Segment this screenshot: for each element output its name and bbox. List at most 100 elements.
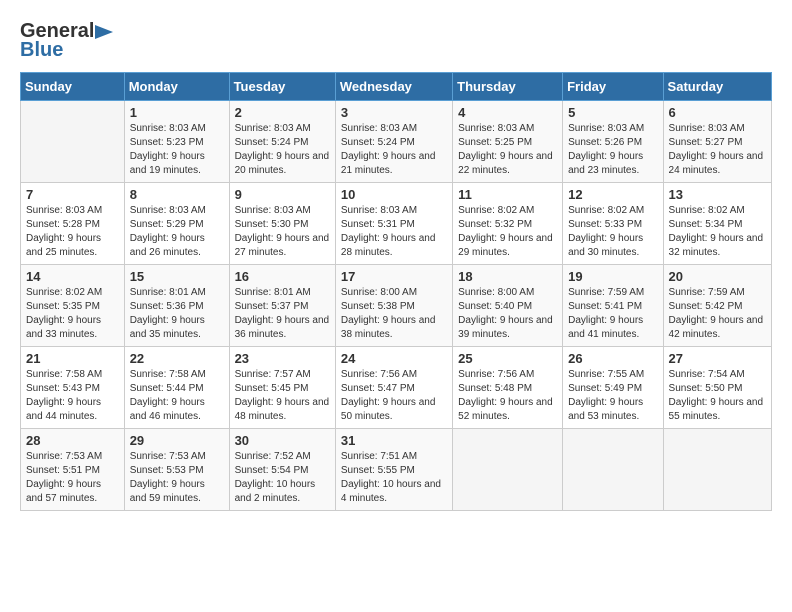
- calendar-cell: 12 Sunrise: 8:02 AMSunset: 5:33 PMDayligh…: [563, 183, 663, 265]
- calendar-cell: 30 Sunrise: 7:52 AMSunset: 5:54 PMDayligh…: [229, 429, 335, 511]
- day-info: Sunrise: 8:02 AMSunset: 5:35 PMDaylight:…: [26, 286, 119, 342]
- header-row: SundayMondayTuesdayWednesdayThursdayFrid…: [21, 73, 772, 101]
- day-info: Sunrise: 7:54 AMSunset: 5:50 PMDaylight:…: [669, 368, 766, 424]
- day-info: Sunrise: 7:58 AMSunset: 5:44 PMDaylight:…: [130, 368, 224, 424]
- week-row-5: 28 Sunrise: 7:53 AMSunset: 5:51 PMDayligh…: [21, 429, 772, 511]
- calendar-cell: [21, 101, 125, 183]
- logo-blue-text: Blue: [20, 39, 63, 62]
- day-number: 12: [568, 187, 657, 202]
- day-number: 25: [458, 351, 557, 366]
- calendar-cell: 29Sunrise: 7:53 AMSunset: 5:53 PMDayligh…: [124, 429, 229, 511]
- day-info: Sunrise: 8:03 AMSunset: 5:28 PMDaylight:…: [26, 204, 119, 260]
- logo: General Blue: [20, 20, 113, 62]
- day-info: Sunrise: 8:02 AMSunset: 5:32 PMDaylight:…: [458, 204, 557, 260]
- calendar-cell: 25Sunrise: 7:56 AMSunset: 5:48 PMDayligh…: [453, 347, 563, 429]
- day-info: Sunrise: 8:01 AMSunset: 5:36 PMDaylight:…: [130, 286, 224, 342]
- day-number: 30: [235, 433, 330, 448]
- day-info: Sunrise: 7:52 AMSunset: 5:54 PMDaylight:…: [235, 450, 330, 506]
- day-number: 8: [130, 187, 224, 202]
- week-row-3: 14 Sunrise: 8:02 AMSunset: 5:35 PMDayligh…: [21, 265, 772, 347]
- column-header-saturday: Saturday: [663, 73, 771, 101]
- calendar-cell: 8 Sunrise: 8:03 AMSunset: 5:29 PMDaylight…: [124, 183, 229, 265]
- week-row-1: 1 Sunrise: 8:03 AMSunset: 5:23 PMDaylight…: [21, 101, 772, 183]
- day-info: Sunrise: 7:59 AMSunset: 5:42 PMDaylight:…: [669, 286, 766, 342]
- calendar-cell: 4 Sunrise: 8:03 AMSunset: 5:25 PMDaylight…: [453, 101, 563, 183]
- day-number: 5: [568, 105, 657, 120]
- calendar-cell: [453, 429, 563, 511]
- calendar-cell: 14 Sunrise: 8:02 AMSunset: 5:35 PMDayligh…: [21, 265, 125, 347]
- calendar-cell: 6 Sunrise: 8:03 AMSunset: 5:27 PMDaylight…: [663, 101, 771, 183]
- day-info: Sunrise: 7:51 AMSunset: 5:55 PMDaylight:…: [341, 450, 447, 506]
- calendar-cell: 16 Sunrise: 8:01 AMSunset: 5:37 PMDayligh…: [229, 265, 335, 347]
- day-number: 10: [341, 187, 447, 202]
- day-info: Sunrise: 8:03 AMSunset: 5:24 PMDaylight:…: [341, 122, 447, 178]
- calendar-cell: [663, 429, 771, 511]
- calendar-cell: 13 Sunrise: 8:02 AMSunset: 5:34 PMDayligh…: [663, 183, 771, 265]
- calendar-cell: 5 Sunrise: 8:03 AMSunset: 5:26 PMDaylight…: [563, 101, 663, 183]
- day-number: 6: [669, 105, 766, 120]
- column-header-monday: Monday: [124, 73, 229, 101]
- day-number: 18: [458, 269, 557, 284]
- day-info: Sunrise: 8:03 AMSunset: 5:24 PMDaylight:…: [235, 122, 330, 178]
- day-number: 24: [341, 351, 447, 366]
- day-info: Sunrise: 8:01 AMSunset: 5:37 PMDaylight:…: [235, 286, 330, 342]
- calendar-cell: 28 Sunrise: 7:53 AMSunset: 5:51 PMDayligh…: [21, 429, 125, 511]
- calendar-cell: 1 Sunrise: 8:03 AMSunset: 5:23 PMDaylight…: [124, 101, 229, 183]
- column-header-thursday: Thursday: [453, 73, 563, 101]
- calendar-cell: 9 Sunrise: 8:03 AMSunset: 5:30 PMDaylight…: [229, 183, 335, 265]
- day-number: 17: [341, 269, 447, 284]
- day-number: 26: [568, 351, 657, 366]
- calendar-cell: 11Sunrise: 8:02 AMSunset: 5:32 PMDayligh…: [453, 183, 563, 265]
- day-info: Sunrise: 7:59 AMSunset: 5:41 PMDaylight:…: [568, 286, 657, 342]
- day-number: 31: [341, 433, 447, 448]
- day-info: Sunrise: 7:58 AMSunset: 5:43 PMDaylight:…: [26, 368, 119, 424]
- week-row-4: 21Sunrise: 7:58 AMSunset: 5:43 PMDayligh…: [21, 347, 772, 429]
- day-info: Sunrise: 8:03 AMSunset: 5:26 PMDaylight:…: [568, 122, 657, 178]
- calendar-cell: 2Sunrise: 8:03 AMSunset: 5:24 PMDaylight…: [229, 101, 335, 183]
- day-info: Sunrise: 8:03 AMSunset: 5:31 PMDaylight:…: [341, 204, 447, 260]
- day-info: Sunrise: 8:03 AMSunset: 5:27 PMDaylight:…: [669, 122, 766, 178]
- day-number: 3: [341, 105, 447, 120]
- day-number: 19: [568, 269, 657, 284]
- calendar-cell: 22 Sunrise: 7:58 AMSunset: 5:44 PMDayligh…: [124, 347, 229, 429]
- page-header: General Blue: [20, 20, 772, 62]
- day-info: Sunrise: 8:02 AMSunset: 5:33 PMDaylight:…: [568, 204, 657, 260]
- logo-triangle-icon: [95, 25, 113, 39]
- day-number: 23: [235, 351, 330, 366]
- day-number: 15: [130, 269, 224, 284]
- calendar-cell: 26 Sunrise: 7:55 AMSunset: 5:49 PMDayligh…: [563, 347, 663, 429]
- column-header-friday: Friday: [563, 73, 663, 101]
- calendar-cell: 17Sunrise: 8:00 AMSunset: 5:38 PMDayligh…: [335, 265, 452, 347]
- calendar-table: SundayMondayTuesdayWednesdayThursdayFrid…: [20, 72, 772, 511]
- day-info: Sunrise: 8:03 AMSunset: 5:25 PMDaylight:…: [458, 122, 557, 178]
- day-number: 9: [235, 187, 330, 202]
- week-row-2: 7Sunrise: 8:03 AMSunset: 5:28 PMDaylight…: [21, 183, 772, 265]
- day-info: Sunrise: 7:53 AMSunset: 5:51 PMDaylight:…: [26, 450, 119, 506]
- day-info: Sunrise: 8:03 AMSunset: 5:29 PMDaylight:…: [130, 204, 224, 260]
- day-number: 4: [458, 105, 557, 120]
- day-number: 13: [669, 187, 766, 202]
- day-number: 20: [669, 269, 766, 284]
- calendar-cell: 23Sunrise: 7:57 AMSunset: 5:45 PMDayligh…: [229, 347, 335, 429]
- calendar-cell: 18 Sunrise: 8:00 AMSunset: 5:40 PMDayligh…: [453, 265, 563, 347]
- calendar-cell: 27 Sunrise: 7:54 AMSunset: 5:50 PMDayligh…: [663, 347, 771, 429]
- calendar-cell: 24 Sunrise: 7:56 AMSunset: 5:47 PMDayligh…: [335, 347, 452, 429]
- calendar-cell: 31 Sunrise: 7:51 AMSunset: 5:55 PMDayligh…: [335, 429, 452, 511]
- day-info: Sunrise: 8:02 AMSunset: 5:34 PMDaylight:…: [669, 204, 766, 260]
- day-info: Sunrise: 7:55 AMSunset: 5:49 PMDaylight:…: [568, 368, 657, 424]
- day-info: Sunrise: 7:56 AMSunset: 5:47 PMDaylight:…: [341, 368, 447, 424]
- day-number: 1: [130, 105, 224, 120]
- day-number: 28: [26, 433, 119, 448]
- day-info: Sunrise: 8:00 AMSunset: 5:40 PMDaylight:…: [458, 286, 557, 342]
- calendar-cell: 15 Sunrise: 8:01 AMSunset: 5:36 PMDayligh…: [124, 265, 229, 347]
- day-number: 14: [26, 269, 119, 284]
- column-header-wednesday: Wednesday: [335, 73, 452, 101]
- calendar-cell: 21Sunrise: 7:58 AMSunset: 5:43 PMDayligh…: [21, 347, 125, 429]
- day-number: 27: [669, 351, 766, 366]
- day-number: 16: [235, 269, 330, 284]
- day-info: Sunrise: 8:03 AMSunset: 5:23 PMDaylight:…: [130, 122, 224, 178]
- day-info: Sunrise: 8:03 AMSunset: 5:30 PMDaylight:…: [235, 204, 330, 260]
- calendar-cell: 20 Sunrise: 7:59 AMSunset: 5:42 PMDayligh…: [663, 265, 771, 347]
- calendar-cell: 7Sunrise: 8:03 AMSunset: 5:28 PMDaylight…: [21, 183, 125, 265]
- day-number: 22: [130, 351, 224, 366]
